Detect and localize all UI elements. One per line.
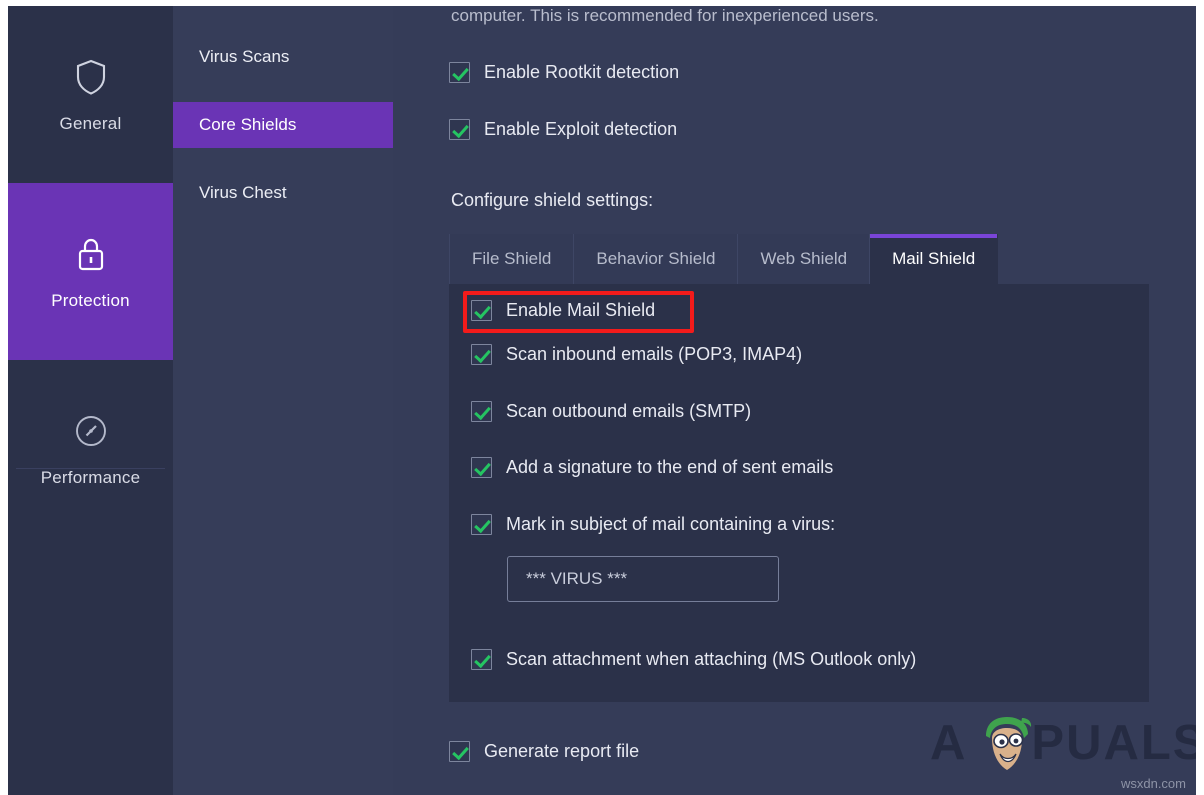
- option-enable-mail-shield[interactable]: Enable Mail Shield: [471, 300, 655, 321]
- checkbox-checked-icon[interactable]: [471, 344, 492, 365]
- option-label: Add a signature to the end of sent email…: [506, 457, 834, 477]
- option-label: Mark in subject of mail containing a vir…: [506, 514, 836, 534]
- tab-behavior-shield[interactable]: Behavior Shield: [574, 234, 739, 284]
- speedometer-icon: [70, 410, 112, 452]
- tab-label: Mail Shield: [892, 249, 976, 268]
- tab-file-shield[interactable]: File Shield: [449, 234, 575, 284]
- tab-web-shield[interactable]: Web Shield: [738, 234, 871, 284]
- virus-subject-input[interactable]: *** VIRUS ***: [507, 556, 779, 602]
- nav-item-core-shields[interactable]: Core Shields: [173, 102, 393, 148]
- tab-label: File Shield: [472, 249, 552, 268]
- option-label: Generate report file: [484, 741, 640, 761]
- sidebar-item-label: Protection: [51, 290, 130, 310]
- secondary-nav: Virus Scans Core Shields Virus Chest: [173, 6, 393, 795]
- option-generate-report-file[interactable]: Generate report file: [449, 741, 639, 762]
- section-title-configure-shield-settings: Configure shield settings:: [451, 190, 654, 210]
- shield-icon: [70, 56, 112, 98]
- option-label: Scan outbound emails (SMTP): [506, 401, 752, 421]
- checkbox-checked-icon[interactable]: [471, 514, 492, 535]
- sidebar-item-general[interactable]: General: [8, 6, 173, 183]
- checkbox-checked-icon[interactable]: [449, 741, 470, 762]
- nav-item-label: Virus Chest: [199, 183, 287, 202]
- option-label: Scan inbound emails (POP3, IMAP4): [506, 344, 803, 364]
- option-label: Enable Mail Shield: [506, 300, 656, 320]
- checkbox-checked-icon[interactable]: [449, 62, 470, 83]
- sidebar-item-performance[interactable]: Performance: [8, 360, 173, 537]
- site-tag: wsxdn.com: [1120, 776, 1186, 791]
- sidebar-item-label: Performance: [40, 467, 141, 487]
- intro-text: computer. This is recommended for inexpe…: [451, 6, 879, 25]
- tab-label: Behavior Shield: [596, 249, 716, 268]
- nav-item-virus-scans[interactable]: Virus Scans: [173, 34, 393, 80]
- sidebar-item-protection[interactable]: Protection: [8, 183, 173, 360]
- avast-window: General Protection Performance Virus Sca…: [8, 6, 1196, 795]
- mail-shield-panel: Enable Mail Shield Scan inbound emails (…: [449, 284, 1149, 702]
- option-mark-subject-virus[interactable]: Mark in subject of mail containing a vir…: [471, 514, 835, 535]
- lock-icon: [70, 233, 112, 275]
- tab-label: Web Shield: [760, 249, 848, 268]
- option-enable-rootkit-detection[interactable]: Enable Rootkit detection: [449, 62, 679, 83]
- option-add-signature[interactable]: Add a signature to the end of sent email…: [471, 457, 833, 478]
- checkbox-checked-icon[interactable]: [471, 300, 492, 321]
- option-label: Enable Exploit detection: [484, 119, 678, 139]
- checkbox-checked-icon[interactable]: [471, 649, 492, 670]
- checkbox-checked-icon[interactable]: [471, 457, 492, 478]
- tab-mail-shield[interactable]: Mail Shield: [870, 234, 999, 284]
- app-root: General Protection Performance Virus Sca…: [0, 0, 1204, 795]
- sidebar-item-label: General: [59, 113, 122, 133]
- option-scan-outbound-emails[interactable]: Scan outbound emails (SMTP): [471, 401, 751, 422]
- option-scan-attachment-outlook[interactable]: Scan attachment when attaching (MS Outlo…: [471, 649, 916, 670]
- shield-tabbar: File Shield Behavior Shield Web Shield M…: [449, 234, 1149, 284]
- nav-item-label: Virus Scans: [199, 47, 290, 66]
- primary-sidebar: General Protection Performance: [8, 6, 173, 795]
- checkbox-checked-icon[interactable]: [449, 119, 470, 140]
- option-label: Enable Rootkit detection: [484, 62, 680, 82]
- nav-item-label: Core Shields: [199, 115, 297, 134]
- sidebar-divider: [16, 468, 165, 469]
- option-scan-inbound-emails[interactable]: Scan inbound emails (POP3, IMAP4): [471, 344, 802, 365]
- option-label: Scan attachment when attaching (MS Outlo…: [506, 649, 917, 669]
- option-enable-exploit-detection[interactable]: Enable Exploit detection: [449, 119, 677, 140]
- nav-item-virus-chest[interactable]: Virus Chest: [173, 170, 393, 216]
- checkbox-checked-icon[interactable]: [471, 401, 492, 422]
